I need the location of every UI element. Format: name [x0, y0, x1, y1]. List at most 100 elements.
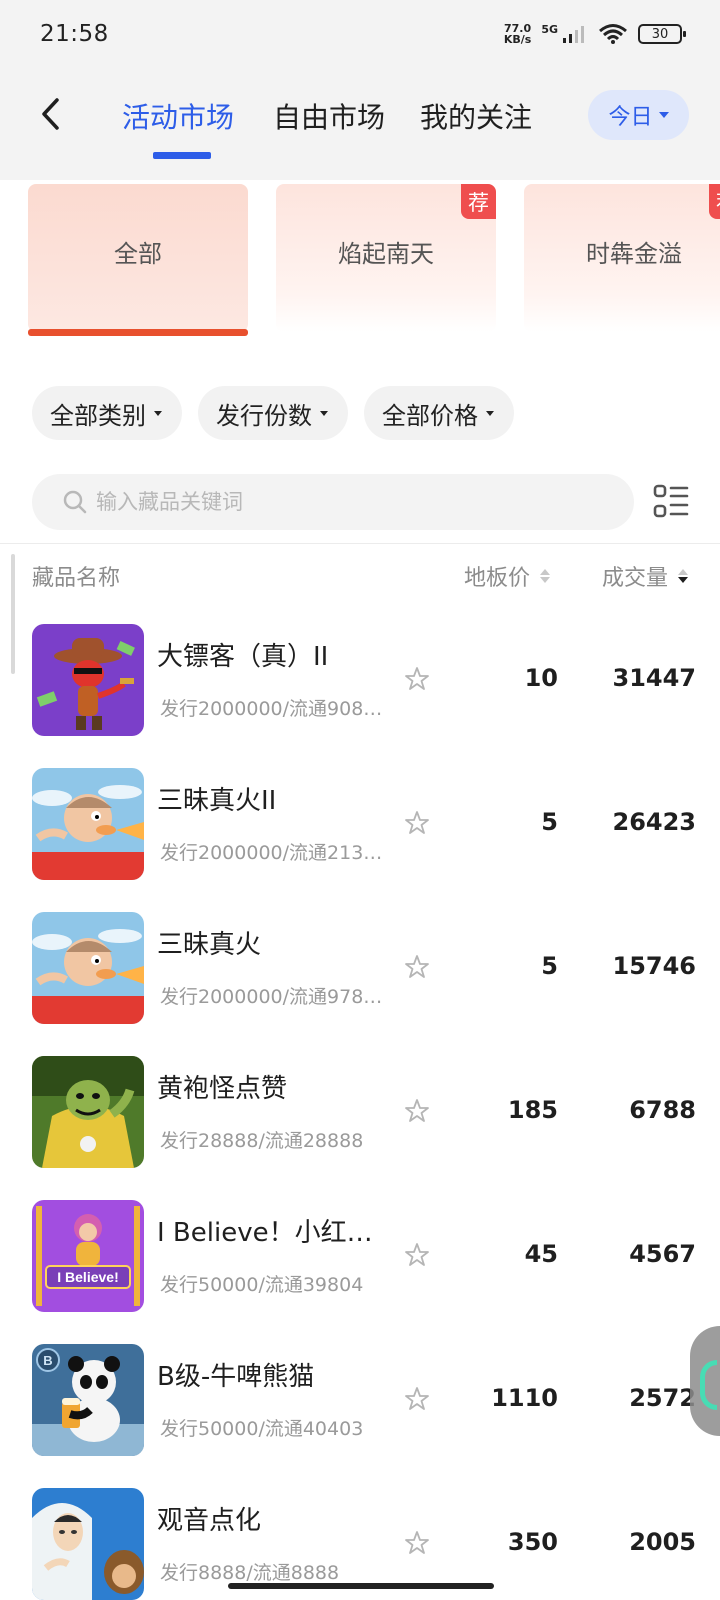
- thumbnail-guanyin: [32, 1488, 144, 1600]
- filter-bar: 全部类别 发行份数 全部价格: [32, 386, 514, 440]
- trade-volume: 4567: [629, 1240, 696, 1268]
- thumbnail-caption: I Believe!: [57, 1269, 118, 1285]
- floor-price: 5: [541, 952, 558, 980]
- floor-price: 185: [507, 1096, 558, 1124]
- star-outline-icon[interactable]: [404, 954, 430, 980]
- filter-label: 发行份数: [216, 401, 312, 430]
- category-card-all[interactable]: 全部: [28, 184, 248, 332]
- floor-price: 5: [541, 808, 558, 836]
- trade-volume: 6788: [629, 1096, 696, 1124]
- table-row[interactable]: 三昧真火 发行2000000/流通978… 5 15746: [0, 910, 720, 1054]
- item-issue-circulation: 发行8888/流通8888: [160, 1562, 340, 1584]
- sort-floor-price[interactable]: 地板价: [464, 560, 551, 592]
- item-issue-circulation: 发行2000000/流通978…: [160, 986, 383, 1008]
- item-issue-circulation: 发行28888/流通28888: [160, 1130, 364, 1152]
- search-icon: [63, 490, 87, 514]
- chevron-left-icon: [42, 98, 59, 130]
- star-outline-icon[interactable]: [404, 810, 430, 836]
- filter-issue-count-dropdown[interactable]: 发行份数: [198, 386, 348, 440]
- search-bar: [32, 474, 634, 530]
- signal-icon: [563, 26, 584, 43]
- search-input[interactable]: [96, 490, 576, 514]
- date-filter-dropdown[interactable]: 今日: [588, 90, 689, 140]
- floor-price: 45: [524, 1240, 558, 1268]
- table-row[interactable]: 大镖客（真）II 发行2000000/流通908… 10 31447: [0, 622, 720, 766]
- thumbnail-cowboy-lizard: [32, 624, 144, 736]
- thumbnail-red-boy-fire: [32, 912, 144, 1024]
- thumbnail-yellow-robe-monster: [32, 1056, 144, 1168]
- floor-price: 1110: [491, 1384, 558, 1412]
- floating-assistant-button[interactable]: [690, 1326, 720, 1436]
- item-issue-circulation: 发行50000/流通39804: [160, 1274, 364, 1296]
- table-row[interactable]: I Believe! I Believe！小红… 发行50000/流通39804…: [0, 1198, 720, 1342]
- item-name: I Believe！小红…: [157, 1218, 373, 1248]
- caret-down-icon: [658, 112, 669, 118]
- table-row[interactable]: 三昧真火II 发行2000000/流通213… 5 26423: [0, 766, 720, 910]
- table-row[interactable]: B B级-牛啤熊猫 发行50000/流通40403 1110 2572: [0, 1342, 720, 1486]
- tab-active-indicator: [153, 152, 211, 159]
- trade-volume: 31447: [612, 664, 697, 692]
- item-issue-circulation: 发行50000/流通40403: [160, 1418, 364, 1440]
- floor-price: 10: [524, 664, 558, 692]
- filter-label: 全部类别: [50, 401, 146, 430]
- sort-desc-icon: [678, 569, 689, 583]
- item-issue-circulation: 发行2000000/流通908…: [160, 698, 383, 720]
- trade-volume: 2005: [629, 1528, 696, 1556]
- collectible-list: 大镖客（真）II 发行2000000/流通908… 10 31447 三昧真火I…: [0, 622, 720, 1600]
- status-bar: 21:58 77.0 KB/s 5G 30: [0, 0, 720, 68]
- caret-down-icon: [320, 410, 328, 416]
- column-header-floor-price: 地板价: [464, 566, 531, 591]
- thumbnail-red-boy-fire: [32, 768, 144, 880]
- star-outline-icon[interactable]: [404, 1242, 430, 1268]
- list-view-icon[interactable]: [652, 483, 690, 521]
- caret-down-icon: [154, 410, 162, 416]
- category-card-1[interactable]: 焰起南天 荐: [276, 184, 496, 332]
- trade-volume: 26423: [612, 808, 697, 836]
- category-card-2[interactable]: 时犇金溢 荐: [524, 184, 720, 332]
- item-name: 观音点化: [157, 1506, 262, 1536]
- wifi-icon: [599, 24, 627, 44]
- recommend-badge: 荐: [461, 184, 496, 219]
- tab-my-follows[interactable]: 我的关注: [420, 98, 532, 138]
- column-header-name: 藏品名称: [32, 566, 121, 591]
- item-name: 大镖客（真）II: [157, 642, 329, 672]
- tab-activity-market[interactable]: 活动市场: [122, 98, 234, 138]
- filter-label: 全部价格: [382, 401, 478, 430]
- header: 活动市场 自由市场 我的关注 今日: [0, 68, 720, 180]
- trade-volume: 2572: [629, 1384, 696, 1412]
- table-row[interactable]: 黄袍怪点赞 发行28888/流通28888 185 6788: [0, 1054, 720, 1198]
- net-speed-unit: KB/s: [503, 33, 532, 46]
- filter-category-dropdown[interactable]: 全部类别: [32, 386, 182, 440]
- battery-icon: 30: [638, 24, 686, 44]
- net-speed: 77.0 KB/s: [504, 23, 531, 45]
- filter-price-dropdown[interactable]: 全部价格: [364, 386, 514, 440]
- star-outline-icon[interactable]: [404, 1098, 430, 1124]
- column-header-volume: 成交量: [602, 566, 669, 591]
- thumbnail-beer-panda: B: [32, 1344, 144, 1456]
- item-name: B级-牛啤熊猫: [157, 1362, 315, 1392]
- category-label: 焰起南天: [338, 239, 434, 268]
- star-outline-icon[interactable]: [404, 1530, 430, 1556]
- sort-icon: [540, 569, 551, 583]
- divider: [0, 543, 720, 544]
- date-filter-label: 今日: [608, 105, 653, 130]
- item-issue-circulation: 发行2000000/流通213…: [160, 842, 383, 864]
- tab-free-market[interactable]: 自由市场: [273, 98, 385, 138]
- battery-level: 30: [651, 26, 669, 42]
- back-button[interactable]: [30, 92, 70, 136]
- star-outline-icon[interactable]: [404, 1386, 430, 1412]
- status-icons: 77.0 KB/s 5G 30: [504, 23, 686, 45]
- category-label: 时犇金溢: [586, 239, 682, 268]
- status-time: 21:58: [40, 21, 109, 47]
- category-strip: 全部 焰起南天 荐 时犇金溢 荐: [0, 184, 720, 344]
- star-outline-icon[interactable]: [404, 666, 430, 692]
- thumbnail-grade-badge: B: [43, 1353, 52, 1368]
- item-name: 三昧真火: [157, 930, 262, 960]
- caret-down-icon: [486, 410, 494, 416]
- recommend-badge: 荐: [709, 184, 720, 219]
- sort-volume[interactable]: 成交量: [602, 560, 689, 592]
- home-indicator[interactable]: [228, 1583, 494, 1589]
- signal-label: 5G: [541, 23, 558, 36]
- thumbnail-i-believe-monkey: I Believe!: [32, 1200, 144, 1312]
- category-active-indicator: [28, 329, 248, 336]
